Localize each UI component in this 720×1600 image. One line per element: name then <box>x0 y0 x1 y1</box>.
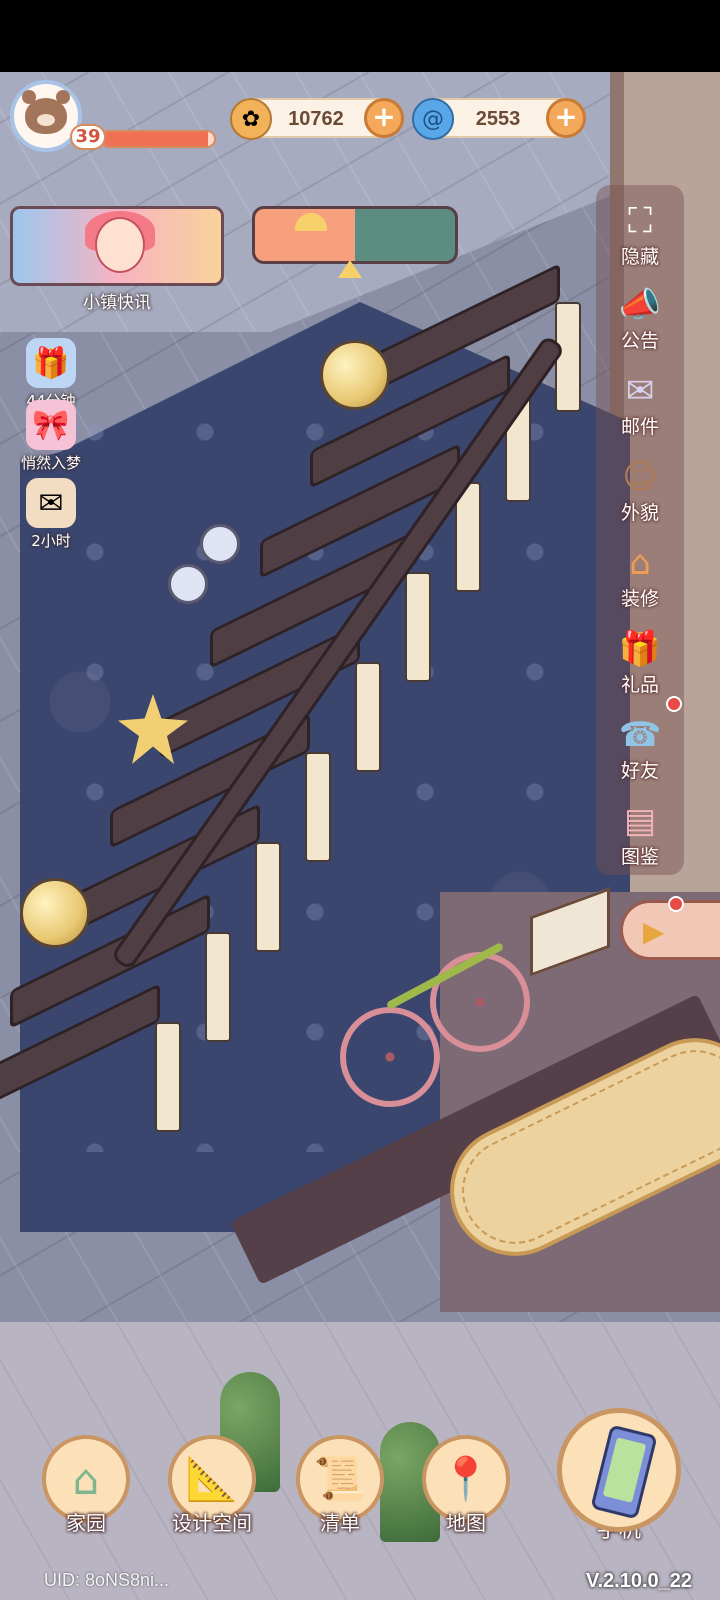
megaphone-icon: 📣 <box>618 285 662 325</box>
side-gift-button[interactable]: 🎁 礼品 <box>600 626 680 697</box>
baluster <box>155 1022 181 1132</box>
time-pointer-icon <box>338 260 362 278</box>
xp-bar <box>100 130 216 148</box>
album-icon: ▤ <box>623 801 657 841</box>
town-news-label: 小镇快讯 <box>83 293 151 313</box>
timer-dream[interactable]: 🎀 悄然入梦 <box>12 400 90 473</box>
bicycle-wheel <box>340 1007 440 1107</box>
expand-notification-dot <box>668 896 684 912</box>
phone-icon <box>590 1424 658 1520</box>
friends-notification-dot <box>666 696 682 712</box>
bottom-design-button[interactable]: 📐 设计空间 <box>164 1435 260 1536</box>
side-announcement-button[interactable]: 📣 公告 <box>600 282 680 353</box>
news-character-icon <box>95 217 145 273</box>
side-decorate-button[interactable]: ⌂ 装修 <box>600 540 680 611</box>
level-badge: 39 <box>70 124 106 150</box>
bottom-list-button[interactable]: 📜 清单 <box>292 1435 388 1536</box>
character-icon: ☺ <box>622 457 658 497</box>
phone-button[interactable]: 手机 <box>554 1408 684 1544</box>
mail-icon: ✉ <box>625 371 655 411</box>
dream-box-icon: 🎀 <box>26 400 76 450</box>
contacts-book-icon: ☎ <box>618 715 662 755</box>
play-arrow-icon: ▶ <box>643 915 665 948</box>
gift-box-icon: 🎁 <box>26 338 76 388</box>
sun-icon <box>295 213 327 231</box>
status-bar-area <box>0 0 720 72</box>
day-night-indicator[interactable] <box>252 206 458 264</box>
side-hide-button[interactable]: ⛶ 隐藏 <box>600 198 680 269</box>
side-album-button[interactable]: ▤ 图鉴 <box>600 798 680 869</box>
swirl-gem-icon: @ <box>412 98 454 140</box>
moon-lamp[interactable] <box>20 878 90 948</box>
coin-value: 10762 <box>288 108 344 130</box>
bear-avatar-icon <box>22 90 70 134</box>
globe-lamp[interactable] <box>200 524 240 564</box>
gem-value: 2553 <box>475 108 521 130</box>
xp-fill <box>102 132 209 146</box>
baluster <box>405 572 431 682</box>
coin-counter: ✿ 10762 + <box>230 98 404 140</box>
baluster <box>305 752 331 862</box>
bicycle-wheel <box>430 952 530 1052</box>
uid-text: UID: 8oNS8ni... <box>44 1570 170 1590</box>
house-tools-icon: ⌂ <box>629 543 651 583</box>
letter-icon: ✉ <box>26 478 76 528</box>
coin-icon: ✿ <box>230 98 272 140</box>
add-gem-button[interactable]: + <box>546 98 586 138</box>
add-coin-button[interactable]: + <box>364 98 404 138</box>
side-appearance-button[interactable]: ☺ 外貌 <box>600 454 680 525</box>
timer-letter[interactable]: ✉ 2小时 <box>12 478 90 551</box>
version-text: V.2.10.0_22 <box>585 1570 692 1592</box>
baluster <box>255 842 281 952</box>
baluster <box>205 932 231 1042</box>
side-mail-button[interactable]: ✉ 邮件 <box>600 368 680 439</box>
baluster <box>355 662 381 772</box>
moon-lamp[interactable] <box>320 340 390 410</box>
side-friends-button[interactable]: ☎ 好友 <box>600 712 680 783</box>
bottom-home-button[interactable]: ⌂ 家园 <box>38 1435 134 1536</box>
hide-frame-icon: ⛶ <box>628 201 652 241</box>
bottom-map-button[interactable]: 📍 地图 <box>418 1435 514 1536</box>
gem-counter: @ 2553 + <box>412 98 586 140</box>
gift-icon: 🎁 <box>618 629 662 669</box>
globe-lamp[interactable] <box>168 564 208 604</box>
town-news-banner[interactable] <box>10 206 224 286</box>
